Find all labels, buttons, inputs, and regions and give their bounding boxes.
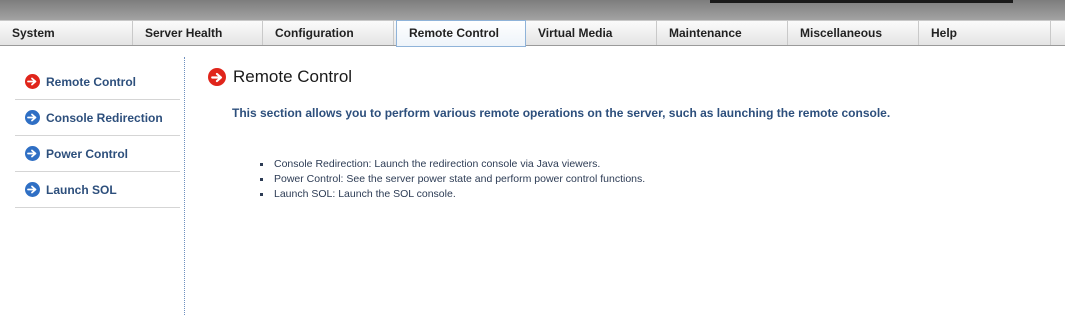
sidebar-divider — [184, 57, 185, 315]
sidebar-item-launch-sol[interactable]: Launch SOL — [15, 172, 180, 208]
section-description: This section allows you to perform vario… — [232, 106, 891, 120]
arrow-right-circle-icon — [25, 146, 40, 161]
sidebar-item-label: Remote Control — [46, 74, 136, 89]
arrow-right-circle-icon — [25, 74, 40, 89]
top-header-bar — [0, 0, 1065, 20]
sidebar-item-label: Console Redirection — [46, 110, 163, 125]
nav-tab-miscellaneous[interactable]: Miscellaneous — [788, 21, 919, 45]
arrow-right-circle-icon — [25, 110, 40, 125]
sidebar-item-remote-control[interactable]: Remote Control — [15, 64, 180, 100]
nav-tab-server-health[interactable]: Server Health — [133, 21, 263, 45]
nav-tab-help[interactable]: Help — [919, 21, 1051, 45]
arrow-right-circle-icon — [25, 182, 40, 197]
list-item: Console Redirection: Launch the redirect… — [258, 157, 645, 172]
sidebar-item-label: Power Control — [46, 146, 129, 161]
nav-tab-remote-control[interactable]: Remote Control — [396, 20, 526, 47]
list-item: Launch SOL: Launch the SOL console. — [258, 187, 645, 202]
sidebar-item-console-redirection[interactable]: Console Redirection — [15, 100, 180, 136]
header-strip — [710, 0, 1013, 3]
page-title-text: Remote Control — [233, 67, 353, 86]
feature-list: Console Redirection: Launch the redirect… — [258, 157, 645, 202]
nav-tab-configuration[interactable]: Configuration — [263, 21, 394, 45]
nav-tab-virtual-media[interactable]: Virtual Media — [526, 21, 657, 45]
nav-tab-system[interactable]: System — [0, 21, 133, 45]
nav-tab-maintenance[interactable]: Maintenance — [657, 21, 788, 45]
sidebar-item-label: Launch SOL — [46, 182, 117, 197]
main-nav: System Server Health Configuration Remot… — [0, 20, 1065, 47]
sidebar: Remote Control Console Redirection Power… — [15, 64, 180, 208]
page-title: Remote Control — [208, 67, 352, 87]
arrow-right-circle-icon — [208, 68, 226, 86]
list-item: Power Control: See the server power stat… — [258, 172, 645, 187]
sidebar-item-power-control[interactable]: Power Control — [15, 136, 180, 172]
